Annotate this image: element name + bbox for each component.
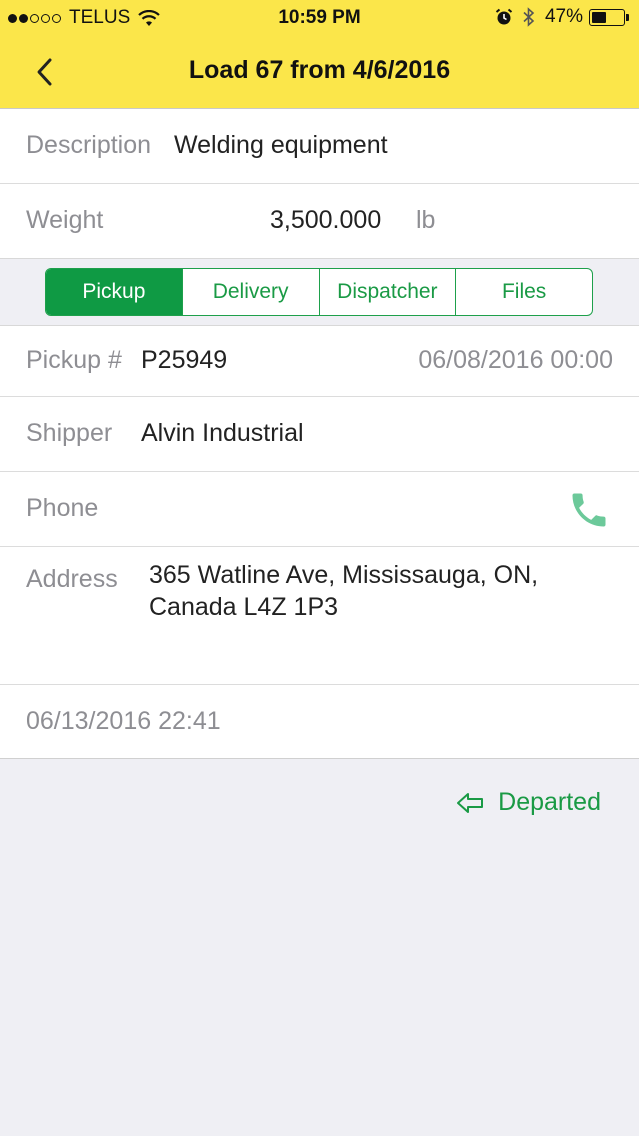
pickup-number-value: P25949 bbox=[141, 346, 228, 374]
weight-value: 3,500.000 bbox=[270, 206, 382, 234]
departed-label: Departed bbox=[498, 788, 601, 816]
event-datetime: 06/13/2016 22:41 bbox=[26, 707, 221, 735]
nav-header: TELUS 10:59 PM 47% Load 67 from 4/6/2016 bbox=[0, 0, 639, 109]
weight-row: Weight 3,500.000 lb bbox=[0, 184, 639, 258]
address-line-2: Canada L4Z 1P3 bbox=[149, 593, 339, 621]
shipper-row: Shipper Alvin Industrial bbox=[0, 397, 639, 472]
load-summary-card: Description Welding equipment Weight 3,5… bbox=[0, 109, 639, 258]
event-row: 06/13/2016 22:41 bbox=[0, 685, 639, 759]
status-bar: TELUS 10:59 PM 47% bbox=[0, 0, 639, 36]
phone-row: Phone bbox=[0, 472, 639, 547]
address-label: Address bbox=[26, 565, 118, 593]
shipper-label: Shipper bbox=[26, 419, 113, 447]
pickup-details-card: Pickup # P25949 06/08/2016 00:00 Shipper… bbox=[0, 326, 639, 759]
pickup-datetime: 06/08/2016 00:00 bbox=[418, 346, 613, 374]
call-button[interactable] bbox=[567, 488, 611, 532]
status-right: 47% bbox=[495, 6, 629, 28]
bluetooth-icon bbox=[523, 7, 535, 27]
tab-files[interactable]: Files bbox=[455, 269, 592, 315]
departed-button[interactable]: Departed bbox=[456, 788, 601, 817]
description-value: Welding equipment bbox=[174, 131, 388, 159]
tab-bar: Pickup Delivery Dispatcher Files bbox=[0, 258, 639, 326]
battery-percent: 47% bbox=[544, 6, 583, 27]
page-title: Load 67 from 4/6/2016 bbox=[188, 56, 451, 84]
battery-level bbox=[592, 11, 606, 23]
tab-dispatcher[interactable]: Dispatcher bbox=[318, 269, 456, 315]
description-label: Description bbox=[26, 131, 152, 159]
battery-icon bbox=[589, 8, 625, 26]
address-row: Address 365 Watline Ave, Mississauga, ON… bbox=[0, 547, 639, 685]
address-line-1: 365 Watline Ave, Mississauga, ON, bbox=[149, 561, 539, 589]
phone-label: Phone bbox=[26, 494, 99, 522]
weight-unit: lb bbox=[416, 206, 436, 234]
description-row: Description Welding equipment bbox=[0, 109, 639, 184]
tab-delivery[interactable]: Delivery bbox=[181, 269, 319, 315]
tab-pickup[interactable]: Pickup bbox=[46, 269, 182, 315]
segmented-control: Pickup Delivery Dispatcher Files bbox=[45, 268, 593, 316]
alarm-icon bbox=[495, 8, 513, 25]
pickup-number-row: Pickup # P25949 06/08/2016 00:00 bbox=[0, 326, 639, 397]
pickup-number-label: Pickup # bbox=[26, 346, 122, 374]
weight-label: Weight bbox=[26, 206, 104, 234]
shipper-value: Alvin Industrial bbox=[141, 419, 304, 447]
phone-icon bbox=[572, 493, 606, 527]
battery-tip bbox=[626, 13, 629, 21]
departed-arrow-icon bbox=[457, 792, 484, 813]
